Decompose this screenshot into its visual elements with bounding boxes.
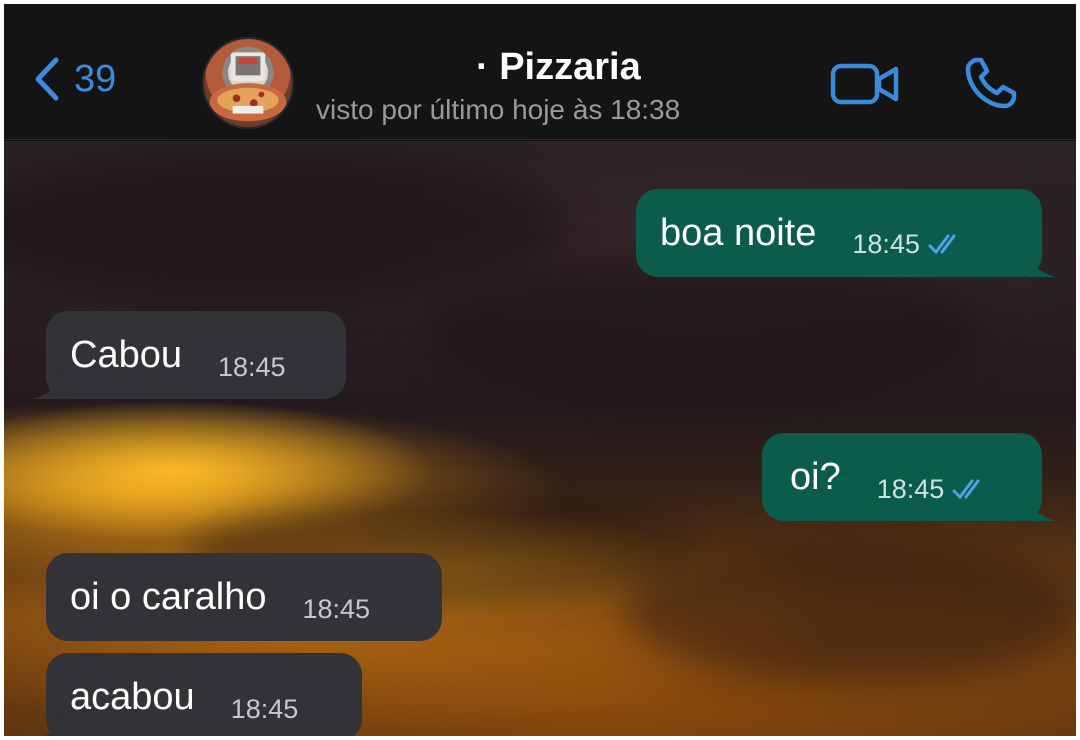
message-bubble-incoming[interactable]: oi o caralho 18:45 (46, 553, 442, 641)
message-time: 18:45 (217, 351, 286, 382)
message-text: oi? (790, 455, 841, 498)
background-cloud (424, 261, 984, 401)
message-text: oi o caralho (70, 575, 267, 618)
last-seen-status: visto por último hoje às 18:38 (316, 94, 681, 125)
phone-icon (964, 56, 1018, 110)
background-cloud (624, 541, 1076, 681)
message-text: boa noite (660, 211, 817, 254)
message-text: acabou (70, 675, 195, 718)
back-button[interactable]: 39 (32, 56, 116, 102)
bubble-tail (1026, 491, 1056, 521)
contact-name[interactable]: · Pizzaria (476, 46, 641, 89)
background-cloud (4, 151, 564, 301)
message-list[interactable]: boa noite 18:45 Cabou 18:45 oi? 18:45 oi… (4, 141, 1076, 736)
chevron-left-icon (32, 56, 62, 102)
bubble-tail (32, 369, 62, 399)
bubble-tail (1026, 247, 1056, 277)
message-bubble-outgoing[interactable]: boa noite 18:45 (636, 189, 1056, 277)
video-call-button[interactable] (830, 62, 900, 106)
message-time: 18:45 (230, 693, 299, 724)
voice-call-button[interactable] (964, 56, 1018, 110)
read-receipt-icon (950, 477, 990, 501)
read-receipt-icon (926, 232, 966, 256)
message-bubble-incoming[interactable]: Cabou 18:45 (32, 311, 346, 399)
unread-count: 39 (74, 57, 117, 100)
message-time: 18:45 (852, 228, 920, 259)
contact-avatar[interactable] (202, 37, 294, 129)
video-camera-icon (830, 62, 900, 106)
message-time: 18:45 (876, 473, 945, 504)
chat-header: 39 · Pizzaria visto por último hoje às 1… (4, 4, 1076, 140)
message-time: 18:45 (302, 593, 371, 624)
message-bubble-outgoing[interactable]: oi? 18:45 (762, 433, 1056, 521)
bubble-tail (44, 711, 62, 736)
message-text: Cabou (70, 333, 182, 376)
chat-screen: 39 · Pizzaria visto por último hoje às 1… (4, 4, 1076, 736)
message-bubble-incoming[interactable]: acabou 18:45 (44, 653, 362, 736)
